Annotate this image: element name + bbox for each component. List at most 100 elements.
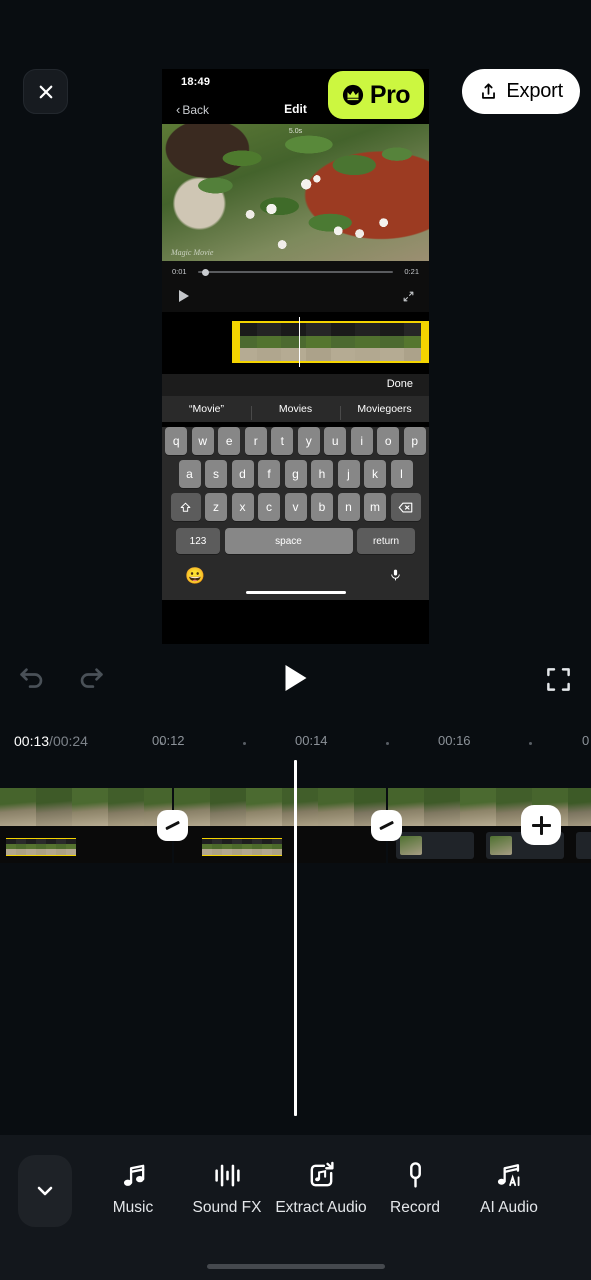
ruler-tick-label: 00:16 <box>438 733 471 748</box>
mini-frame <box>56 838 66 856</box>
key-w[interactable]: w <box>191 427 214 455</box>
add-clip-button[interactable] <box>521 805 561 845</box>
keyboard-done-button[interactable]: Done <box>387 378 413 390</box>
mini-frame <box>36 838 46 856</box>
clip-inner-card <box>576 832 591 859</box>
key-f[interactable]: f <box>258 460 280 488</box>
export-button[interactable]: Export <box>462 69 580 114</box>
filmstrip-frame <box>330 323 356 361</box>
key-l[interactable]: l <box>390 460 413 488</box>
plus-icon-vertical <box>539 815 543 835</box>
phone-selected-clip[interactable] <box>232 321 429 363</box>
return-key[interactable]: return <box>357 528 415 554</box>
timeline-ruler: 00:13/00:24 00:12 00:14 00:16 0 <box>0 726 591 761</box>
space-key[interactable]: space <box>224 528 353 554</box>
filmstrip-frame <box>256 323 282 361</box>
ruler-minor-tick <box>243 742 246 745</box>
tool-extract-audio[interactable]: Extract Audio <box>274 1155 368 1217</box>
ai-audio-note-icon <box>495 1155 524 1195</box>
smiley-face-icon[interactable]: 😀 <box>185 566 205 586</box>
key-i[interactable]: i <box>350 427 373 455</box>
scrubber-track[interactable] <box>198 271 393 273</box>
mini-frame <box>232 838 242 856</box>
key-t[interactable]: t <box>271 427 294 455</box>
suggestion-item[interactable]: “Movie” <box>162 403 251 415</box>
transition-marker[interactable] <box>371 810 402 841</box>
play-triangle-icon[interactable] <box>285 665 306 691</box>
key-o[interactable]: o <box>377 427 400 455</box>
key-x[interactable]: x <box>231 493 254 521</box>
clip-thumb <box>36 788 72 826</box>
tool-label: Music <box>112 1199 154 1216</box>
microphone-icon[interactable] <box>389 567 402 583</box>
phone-play-icon[interactable] <box>179 290 189 302</box>
fullscreen-brackets-icon[interactable] <box>545 666 572 693</box>
timeline-clip[interactable] <box>174 788 386 863</box>
suggestion-item[interactable]: Moviegoers <box>340 403 429 420</box>
transition-marker[interactable] <box>157 810 188 841</box>
on-screen-keyboard: q w e r t y u i o p a s d f g h j k l z … <box>162 427 429 600</box>
key-v[interactable]: v <box>284 493 307 521</box>
key-h[interactable]: h <box>311 460 333 488</box>
mini-frame <box>252 838 262 856</box>
clip-inner-preview <box>0 826 172 863</box>
key-m[interactable]: m <box>364 493 386 521</box>
timeline-clip[interactable] <box>0 788 172 863</box>
shift-arrow-glyph <box>180 502 191 512</box>
music-notes-icon <box>119 1155 148 1195</box>
key-n[interactable]: n <box>337 493 360 521</box>
ruler-tick-label: 00:12 <box>152 733 185 748</box>
key-d[interactable]: d <box>231 460 254 488</box>
key-j[interactable]: j <box>337 460 360 488</box>
mini-frame <box>16 838 26 856</box>
transition-slash-icon <box>379 820 394 831</box>
numbers-key[interactable]: 123 <box>176 528 220 554</box>
close-button[interactable] <box>23 69 68 114</box>
key-p[interactable]: p <box>403 427 426 455</box>
key-s[interactable]: s <box>205 460 227 488</box>
key-u[interactable]: u <box>324 427 347 455</box>
key-r[interactable]: r <box>244 427 267 455</box>
key-a[interactable]: a <box>178 460 201 488</box>
key-g[interactable]: g <box>284 460 307 488</box>
shift-up-icon[interactable] <box>170 493 201 521</box>
key-k[interactable]: k <box>364 460 386 488</box>
clip-thumbnail-strip <box>0 788 172 826</box>
undo-arrow-icon[interactable] <box>18 660 47 689</box>
chevron-down-icon <box>37 1186 53 1196</box>
tool-ai-audio[interactable]: AI Audio <box>462 1155 556 1217</box>
key-z[interactable]: z <box>205 493 227 521</box>
clip-thumb <box>460 788 496 826</box>
key-q[interactable]: q <box>165 427 188 455</box>
clip-thumb <box>210 788 246 826</box>
microphone-icon <box>401 1155 430 1195</box>
clip-thumb <box>424 788 460 826</box>
backspace-icon[interactable] <box>390 493 421 521</box>
phone-playback-controls <box>162 283 429 312</box>
redo-arrow-icon[interactable] <box>76 660 105 689</box>
key-e[interactable]: e <box>218 427 241 455</box>
tool-sound-fx[interactable]: Sound FX <box>180 1155 274 1217</box>
clip-trim-handle-right[interactable] <box>421 321 429 363</box>
clip-trim-handle-left[interactable] <box>232 321 240 363</box>
pro-badge-button[interactable]: Pro <box>328 71 424 119</box>
filmstrip-frame <box>305 323 331 361</box>
key-b[interactable]: b <box>311 493 333 521</box>
tool-music[interactable]: Music <box>86 1155 180 1217</box>
ruler-tick-label: 0 <box>582 733 590 748</box>
waveform-bars-icon <box>213 1155 242 1195</box>
mini-frame <box>212 838 222 856</box>
scrubber-knob[interactable] <box>202 268 209 276</box>
suggestion-item[interactable]: Movies <box>251 403 340 420</box>
clip-thumbnail-strip <box>174 788 386 826</box>
phone-playhead <box>299 317 301 367</box>
collapse-panel-button[interactable] <box>18 1155 72 1227</box>
tool-record[interactable]: Record <box>368 1155 462 1217</box>
phone-scrubber[interactable]: 0:01 0:21 <box>162 261 429 283</box>
phone-inner-timeline[interactable] <box>162 312 429 374</box>
key-c[interactable]: c <box>258 493 280 521</box>
mini-frame <box>262 838 272 856</box>
expand-arrows-icon[interactable] <box>402 290 415 303</box>
timeline-playhead[interactable] <box>294 760 297 1116</box>
key-y[interactable]: y <box>297 427 320 455</box>
